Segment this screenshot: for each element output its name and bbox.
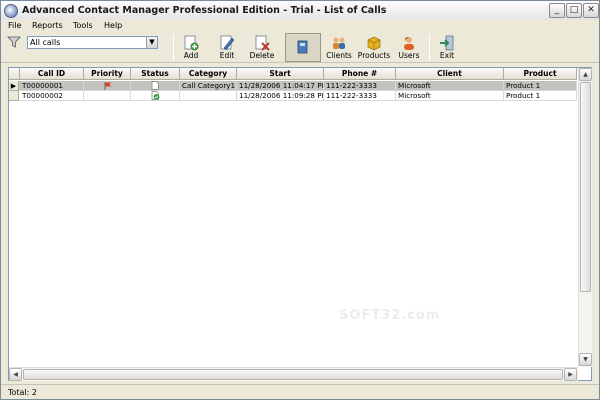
column-header-status[interactable]: Status: [131, 68, 180, 80]
products-icon: [367, 36, 381, 51]
call-filter-value: All calls: [30, 38, 61, 47]
edit-button[interactable]: Edit: [209, 33, 245, 62]
cell-phone: 111-222-3333: [324, 91, 396, 101]
edit-label: Edit: [219, 51, 235, 60]
users-icon: [404, 37, 414, 50]
exit-icon: [440, 35, 454, 51]
products-label: Products: [357, 51, 391, 60]
maximize-button[interactable]: □: [566, 3, 582, 18]
menu-tools[interactable]: Tools: [73, 20, 93, 32]
scroll-left-icon[interactable]: ◀: [9, 368, 22, 381]
table-row[interactable]: ▶ T00000001 Call Category1 11/28/2006 11…: [9, 81, 577, 91]
menu-help[interactable]: Help: [104, 20, 122, 32]
column-header-phone[interactable]: Phone #: [324, 68, 396, 80]
cell-priority: [84, 91, 131, 101]
cell-product: Product 1: [504, 81, 577, 91]
menu-reports[interactable]: Reports: [32, 20, 63, 32]
delete-icon: [255, 35, 270, 51]
horizontal-scroll-thumb[interactable]: [23, 369, 563, 380]
delete-label: Delete: [249, 51, 275, 60]
calls-grid[interactable]: Call ID Priority Status Category Start P…: [8, 67, 592, 381]
exit-button[interactable]: Exit: [429, 33, 465, 62]
cell-category: Call Category1: [180, 81, 237, 91]
add-button[interactable]: Add: [173, 33, 209, 62]
column-header-call-id[interactable]: Call ID: [20, 68, 84, 80]
edit-icon: [220, 35, 235, 51]
window-title: Advanced Contact Manager Professional Ed…: [22, 5, 387, 16]
column-header-priority[interactable]: Priority: [84, 68, 131, 80]
header-indicator: [9, 68, 20, 80]
clients-icon: [333, 37, 345, 49]
exit-label: Exit: [439, 51, 455, 60]
row-indicator-arrow-icon: ▶: [9, 81, 19, 91]
clients-label: Clients: [326, 51, 352, 60]
chevron-down-icon[interactable]: ▼: [146, 37, 157, 48]
table-row[interactable]: T00000002 11/28/2006 11:09:28 PM 111-222…: [9, 91, 577, 101]
cell-client: Microsoft: [396, 81, 504, 91]
status-completed-icon: [151, 91, 160, 100]
toolbar: All calls ▼ Add Edit Delete Clients Prod…: [1, 32, 599, 63]
watermark: SOFT32.com: [339, 308, 441, 323]
cell-status: [131, 91, 180, 101]
app-icon: [4, 4, 18, 18]
scroll-down-icon[interactable]: ▼: [579, 353, 592, 366]
calls-icon: [297, 40, 308, 54]
cell-call-id: T00000001: [20, 81, 84, 91]
cell-start: 11/28/2006 11:09:28 PM: [237, 91, 324, 101]
add-label: Add: [183, 51, 199, 60]
menu-bar: File Reports Tools Help: [1, 20, 599, 32]
products-button[interactable]: Products: [355, 33, 393, 62]
add-icon: [184, 35, 199, 51]
users-label: Users: [398, 51, 420, 60]
users-button[interactable]: Users: [391, 33, 427, 62]
clients-button[interactable]: Clients: [321, 33, 357, 62]
priority-flag-icon: [104, 82, 111, 90]
column-header-start[interactable]: Start: [237, 68, 324, 80]
cell-start: 11/28/2006 11:04:17 PM: [237, 81, 324, 91]
app-window: Advanced Contact Manager Professional Ed…: [0, 0, 600, 400]
horizontal-scrollbar[interactable]: ◀ ▶: [9, 367, 578, 381]
call-filter-select[interactable]: All calls ▼: [27, 36, 158, 49]
vertical-scroll-thumb[interactable]: [580, 82, 591, 292]
row-indicator: [9, 91, 19, 101]
status-new-document-icon: [151, 81, 159, 90]
minimize-button[interactable]: _: [549, 3, 565, 18]
delete-button[interactable]: Delete: [244, 33, 280, 62]
column-header-category[interactable]: Category: [180, 68, 237, 80]
column-header-client[interactable]: Client: [396, 68, 504, 80]
cell-category: [180, 91, 237, 101]
status-bar: Total: 2: [1, 384, 599, 399]
cell-client: Microsoft: [396, 91, 504, 101]
cell-status: [131, 81, 180, 91]
cell-call-id: T00000002: [20, 91, 84, 101]
vertical-scrollbar[interactable]: ▲ ▼: [578, 68, 592, 367]
calls-button[interactable]: [285, 33, 321, 62]
title-bar[interactable]: Advanced Contact Manager Professional Ed…: [1, 1, 599, 21]
cell-phone: 111-222-3333: [324, 81, 396, 91]
cell-priority: [84, 81, 131, 91]
menu-file[interactable]: File: [8, 20, 21, 32]
grid-header: Call ID Priority Status Category Start P…: [9, 68, 577, 80]
scroll-right-icon[interactable]: ▶: [564, 368, 577, 381]
column-header-product[interactable]: Product: [504, 68, 577, 80]
close-button[interactable]: ✕: [583, 3, 599, 18]
status-total: Total: 2: [8, 388, 38, 397]
scroll-up-icon[interactable]: ▲: [579, 68, 592, 81]
cell-product: Product 1: [504, 91, 577, 101]
funnel-icon[interactable]: [7, 35, 21, 49]
